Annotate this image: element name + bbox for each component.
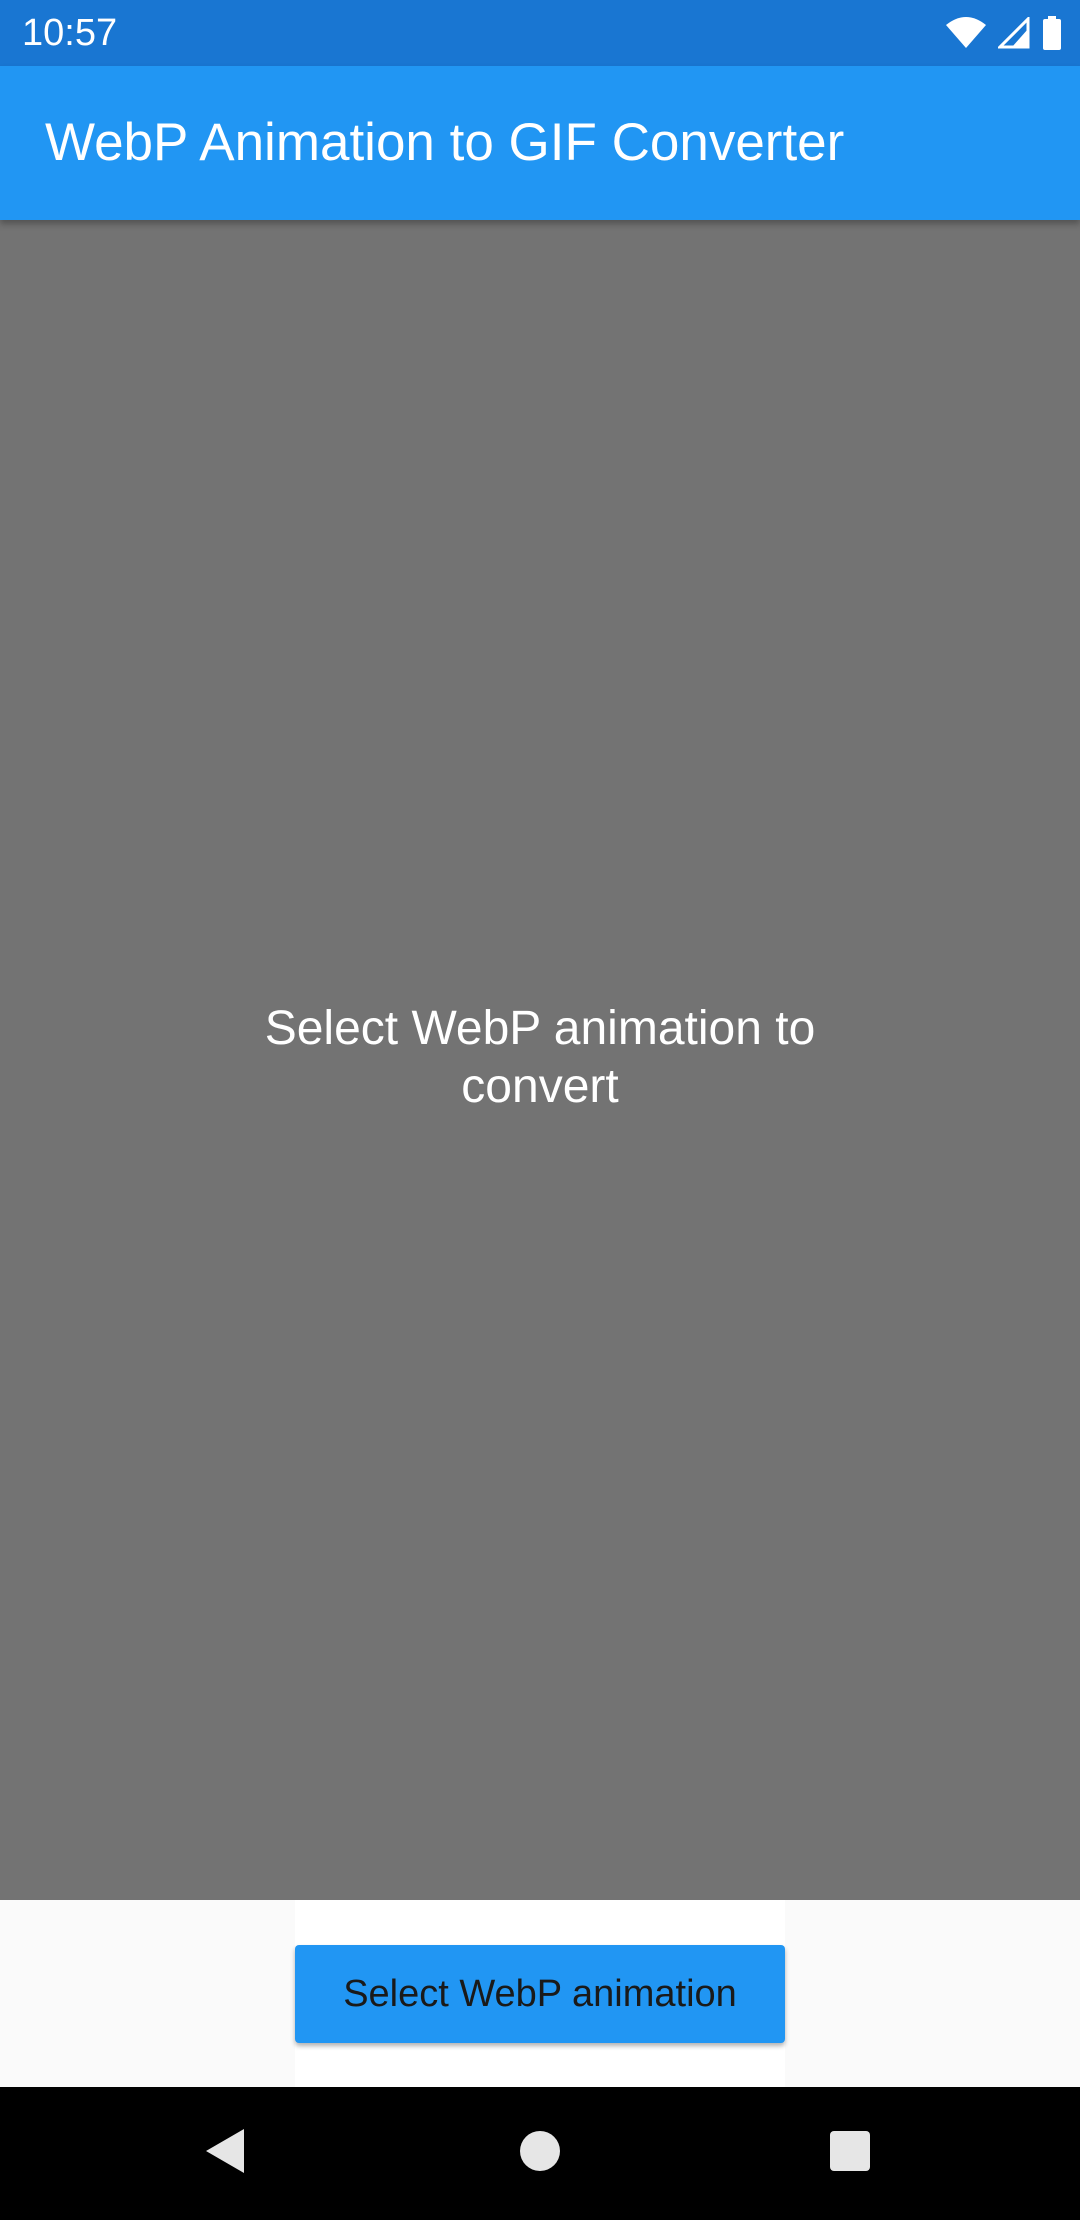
preview-message-line-2: convert [461, 1060, 619, 1113]
back-icon [204, 2127, 248, 2180]
home-icon [519, 2130, 561, 2177]
back-button[interactable] [186, 2113, 266, 2193]
preview-message: Select WebP animation to convert [0, 1000, 1080, 1116]
recents-button[interactable] [810, 2113, 890, 2193]
status-bar: 10:57 [0, 0, 1080, 66]
status-icons [946, 14, 1062, 52]
app-bar: WebP Animation to GIF Converter [0, 66, 1080, 220]
bottom-panel: Select WebP animation [0, 1900, 1080, 2087]
select-webp-button[interactable]: Select WebP animation [295, 1945, 785, 2043]
battery-icon [1042, 16, 1062, 50]
wifi-icon [946, 17, 986, 49]
preview-area: Select WebP animation to convert [0, 220, 1080, 1900]
app-screen: 10:57 WebP Animation to GIF Converter Se… [0, 0, 1080, 2220]
home-button[interactable] [500, 2113, 580, 2193]
recents-icon [829, 2130, 871, 2177]
navigation-bar [0, 2087, 1080, 2220]
preview-message-line-1: Select WebP animation to [264, 1002, 816, 1055]
app-title: WebP Animation to GIF Converter [45, 113, 845, 172]
status-time: 10:57 [22, 12, 118, 54]
signal-icon [998, 17, 1030, 49]
